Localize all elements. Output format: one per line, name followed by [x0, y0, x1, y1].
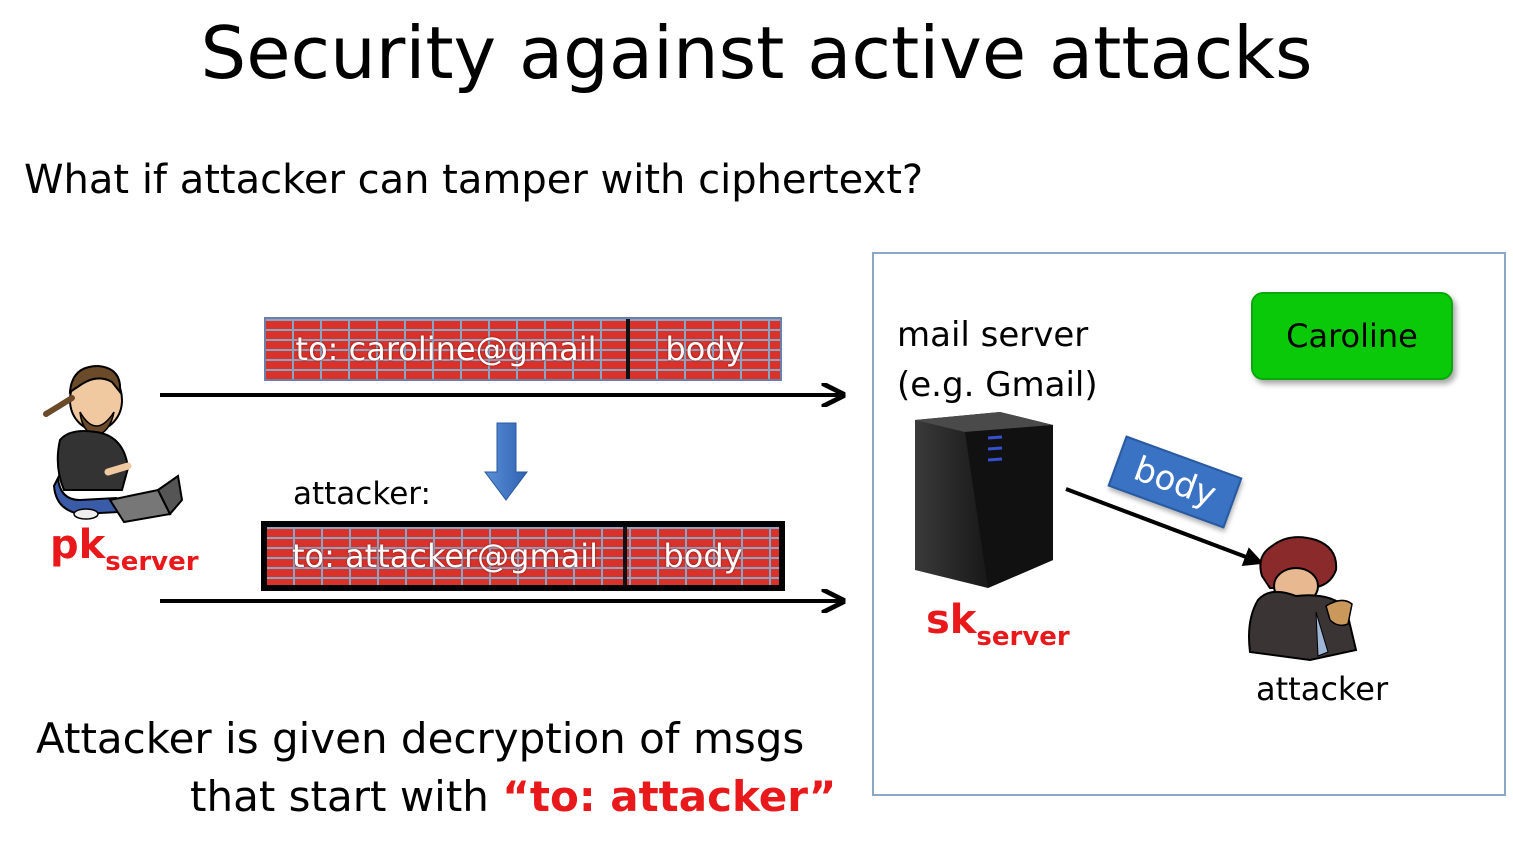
conclusion-highlight: “to: attacker”: [502, 772, 837, 821]
mail-server-line1: mail server: [897, 315, 1089, 355]
tampered-ciphertext: to: attacker@gmail body: [261, 521, 785, 591]
sk-main: sk: [926, 597, 977, 643]
conclusion-line2: that start with “to: attacker”: [190, 770, 836, 824]
secret-key-label: skserver: [926, 597, 1070, 652]
tampered-to-field: to: attacker@gmail: [291, 537, 599, 575]
tamper-down-arrow-icon: [484, 422, 528, 501]
mail-server-label: mail server (e.g. Gmail): [897, 310, 1098, 410]
conclusion-prefix: that start with: [190, 772, 503, 821]
sk-subscript: server: [976, 622, 1070, 652]
original-body-field: body: [665, 330, 745, 368]
original-ciphertext: to: caroline@gmail body: [264, 317, 782, 381]
pk-main: pk: [50, 522, 106, 568]
public-key-label: pkserver: [50, 522, 199, 577]
conclusion-line1: Attacker is given decryption of msgs: [36, 714, 805, 763]
pk-subscript: server: [105, 547, 199, 577]
attacker-step-label: attacker:: [293, 476, 431, 512]
mail-server-line2: (e.g. Gmail): [897, 365, 1098, 405]
tampered-body-field: body: [663, 537, 743, 575]
sender-person-icon: [43, 364, 184, 524]
recipient-caroline-box: Caroline: [1251, 292, 1453, 380]
original-to-field: to: caroline@gmail: [295, 330, 597, 368]
attacker-caption: attacker: [1256, 670, 1389, 708]
